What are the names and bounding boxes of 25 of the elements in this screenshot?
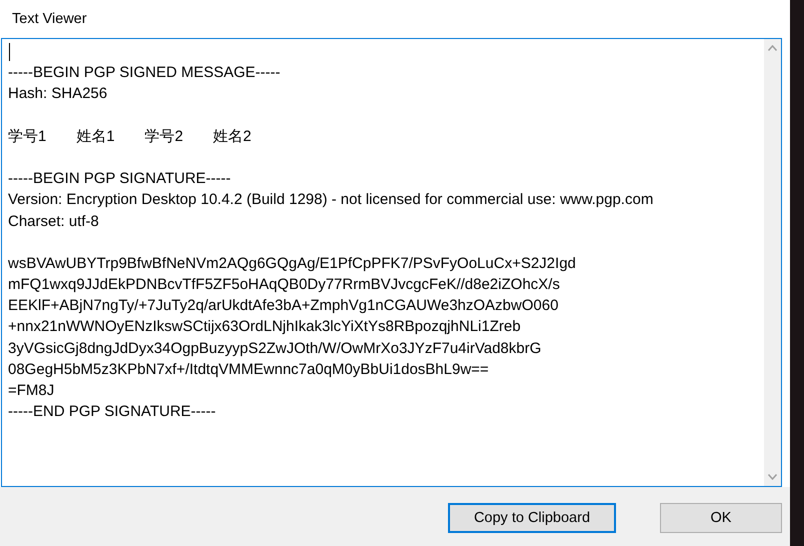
- text-line: -----BEGIN PGP SIGNED MESSAGE-----: [8, 63, 280, 84]
- text-area[interactable]: [1, 38, 782, 487]
- text-word: 学号1: [8, 126, 46, 147]
- scroll-up-icon[interactable]: [768, 45, 777, 51]
- text-word: 学号2: [144, 126, 184, 147]
- scroll-down-icon[interactable]: [768, 474, 777, 480]
- text-line: EEKlF+ABjN7ngTy/+7JuTy2q/arUkdtAfe3bA+ZmphVg1nCGAUWe3hzOAzbwO060: [8, 296, 558, 316]
- text-line: Charset: utf-8: [8, 212, 99, 232]
- text-line: =FM8J: [8, 381, 54, 401]
- text-line: 3yVGsicGj8dngJdDyx34OgpBuzyypS2ZwJOth/W/OwMrXo3JYzF7u4irVad8kbrG: [8, 338, 542, 359]
- text-line: 08GegH5bM5z3KPbN7xf+/ItdtqVMMEwnnc7a0qM0yBbUi1dosBhL9w==: [8, 360, 489, 380]
- text-line: -----END PGP SIGNATURE-----: [8, 402, 216, 422]
- copy-button[interactable]: Copy to Clipboard: [448, 502, 616, 532]
- text-cursor: [9, 43, 10, 61]
- text-line: Version: Encryption Desktop 10.4.2 (Build 1298) - not licensed for commercial use: www.pgp.com: [8, 190, 654, 210]
- window-title: Text Viewer: [12, 11, 87, 27]
- text-line: wsBVAwUBYTrp9BfwBfNeNVm2AQg6GQgAg/E1PfCpPFK7/PSvFyOoLuCx+S2J2Igd: [8, 254, 576, 274]
- text-word: 姓名2: [213, 126, 252, 147]
- ok-button[interactable]: OK: [660, 502, 782, 532]
- text-line: Hash: SHA256: [8, 84, 108, 104]
- text-word: 姓名1: [76, 126, 115, 147]
- text-line: -----BEGIN PGP SIGNATURE-----: [8, 169, 231, 190]
- text-line: mFQ1wxq9JJdEkPDNBcvTfF5ZF5oHAqQB0Dy77RrmBVJvcgcFeK//d8e2iZOhcX/s: [8, 275, 560, 296]
- vertical-scrollbar[interactable]: [764, 39, 781, 486]
- text-line: +nnx21nWWNOyENzIkswSCtijx63OrdLNjhIkak3lcYiXtYs8RBpozqjhNLi1Zreb: [8, 317, 521, 338]
